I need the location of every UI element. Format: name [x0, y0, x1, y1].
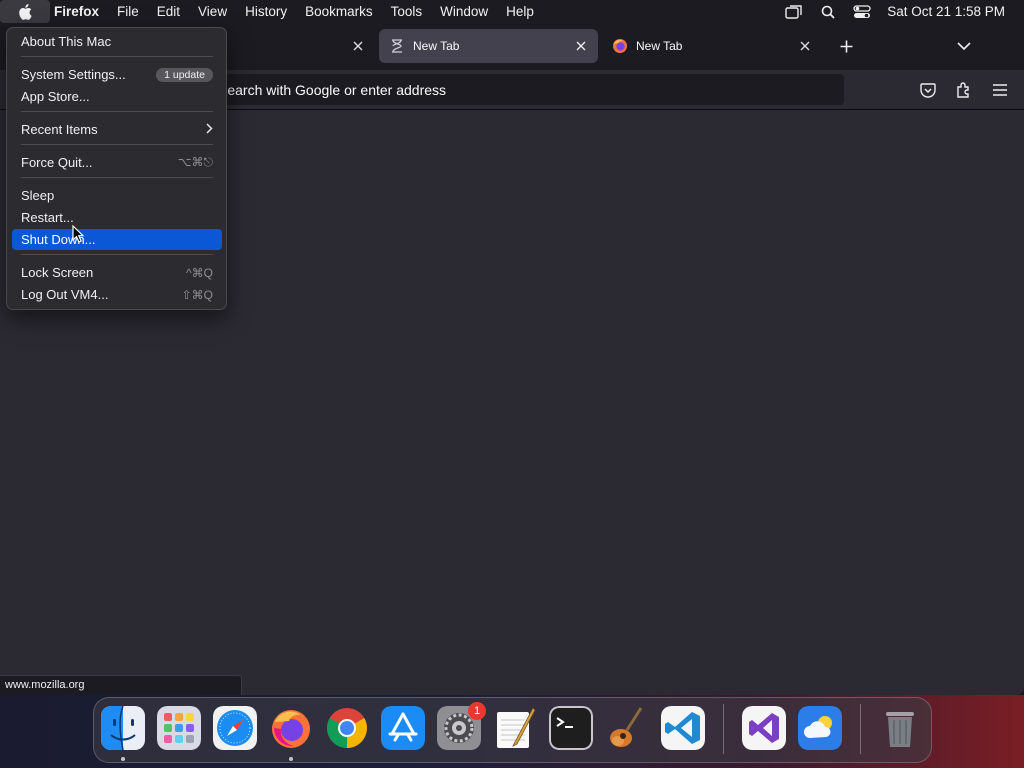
screen-mirroring-icon[interactable]	[777, 0, 811, 23]
dock-vscode-icon[interactable]	[661, 706, 705, 750]
menu-edit[interactable]: Edit	[148, 0, 189, 23]
menu-item-label: App Store...	[21, 89, 90, 104]
dock-app-store-icon[interactable]	[381, 706, 425, 750]
url-placeholder: Search with Google or enter address	[218, 81, 447, 98]
menu-item-system-settings[interactable]: System Settings... 1 update	[12, 64, 222, 85]
menu-item-label: Recent Items	[21, 122, 98, 137]
new-tab-plus-icon[interactable]	[835, 35, 857, 57]
control-center-icon[interactable]	[845, 0, 879, 23]
tab-new-tab-selected[interactable]: New Tab	[379, 29, 598, 63]
menu-shortcut: ⇧⌘Q	[181, 287, 213, 302]
menu-item-recent-items[interactable]: Recent Items	[12, 119, 222, 140]
tab-label: New Tab	[413, 39, 460, 53]
menu-separator	[21, 144, 213, 145]
menu-bar-clock[interactable]: Sat Oct 21 1:58 PM	[879, 4, 1024, 19]
menu-separator	[21, 177, 213, 178]
menu-shortcut: ^⌘Q	[186, 265, 213, 280]
hamburger-menu-icon[interactable]	[989, 79, 1011, 101]
tab-label: New Tab	[636, 39, 683, 53]
menu-item-restart[interactable]: Restart...	[12, 207, 222, 228]
dock-finder-icon[interactable]	[101, 706, 145, 750]
running-indicator	[289, 757, 293, 761]
tab-close-icon[interactable]	[572, 37, 590, 55]
apple-icon	[19, 3, 32, 20]
menu-item-label: Log Out VM4...	[21, 287, 109, 302]
list-all-tabs-chevron-down-icon[interactable]	[953, 35, 975, 57]
menu-item-label: Lock Screen	[21, 265, 94, 280]
firefox-icon	[612, 38, 628, 54]
apple-menu-button[interactable]	[0, 0, 50, 23]
menu-item-label: Force Quit...	[21, 155, 93, 170]
running-indicator	[121, 757, 125, 761]
menu-item-label: Sleep	[21, 188, 55, 203]
dock-weather-icon[interactable]	[798, 706, 842, 750]
menu-item-about-this-mac[interactable]: About This Mac	[12, 31, 222, 52]
menu-shortcut: ⌥⌘⎋	[177, 155, 213, 169]
menu-window[interactable]: Window	[431, 0, 497, 23]
dock-visual-studio-icon[interactable]	[742, 706, 786, 750]
menu-separator	[21, 56, 213, 57]
menu-item-lock-screen[interactable]: Lock Screen ^⌘Q	[12, 262, 222, 283]
extensions-puzzle-icon[interactable]	[953, 79, 975, 101]
menu-tools[interactable]: Tools	[382, 0, 432, 23]
dock-trash-icon[interactable]	[878, 706, 922, 750]
tab-close-icon[interactable]	[796, 37, 814, 55]
menu-item-label: Restart...	[21, 210, 74, 225]
menu-item-app-store[interactable]: App Store...	[12, 86, 222, 107]
menu-separator	[21, 254, 213, 255]
dock-separator	[723, 704, 724, 754]
loading-hourglass-icon	[389, 38, 405, 54]
status-link-preview: www.mozilla.org	[0, 675, 242, 695]
menu-item-sleep[interactable]: Sleep	[12, 185, 222, 206]
menu-item-label: About This Mac	[21, 34, 112, 49]
spotlight-search-icon[interactable]	[811, 0, 845, 23]
dock-garageband-icon[interactable]	[605, 706, 649, 750]
menu-item-log-out[interactable]: Log Out VM4... ⇧⌘Q	[12, 284, 222, 305]
dock-textedit-icon[interactable]	[493, 706, 537, 750]
menu-bar: Firefox File Edit View History Bookmarks…	[0, 0, 1024, 23]
menu-item-label: Shut Down...	[21, 232, 96, 247]
dock-separator	[860, 704, 861, 754]
apple-menu-dropdown: About This Mac System Settings... 1 upda…	[6, 27, 227, 310]
menu-item-force-quit[interactable]: Force Quit... ⌥⌘⎋	[12, 152, 222, 173]
url-bar[interactable]: Search with Google or enter address	[160, 74, 844, 105]
dock-safari-icon[interactable]	[213, 706, 257, 750]
dock-chrome-icon[interactable]	[325, 706, 369, 750]
pocket-icon[interactable]	[917, 79, 939, 101]
mouse-pointer-icon	[72, 225, 84, 243]
menu-bookmarks[interactable]: Bookmarks	[296, 0, 382, 23]
menu-app-name[interactable]: Firefox	[50, 0, 108, 23]
menu-separator	[21, 111, 213, 112]
dock-firefox-icon[interactable]	[269, 706, 313, 750]
update-badge: 1 update	[156, 67, 213, 82]
settings-notification-badge: 1	[468, 702, 486, 720]
tab-close-icon[interactable]	[349, 37, 367, 55]
dock-terminal-icon[interactable]	[549, 706, 593, 750]
menu-view[interactable]: View	[189, 0, 236, 23]
chevron-right-icon	[206, 122, 213, 137]
tab-new-tab[interactable]: New Tab	[602, 29, 824, 63]
menu-item-label: System Settings...	[21, 67, 126, 82]
menu-file[interactable]: File	[108, 0, 148, 23]
menu-item-shut-down[interactable]: Shut Down...	[12, 229, 222, 250]
menu-history[interactable]: History	[236, 0, 296, 23]
menu-help[interactable]: Help	[497, 0, 543, 23]
dock-launchpad-icon[interactable]	[157, 706, 201, 750]
